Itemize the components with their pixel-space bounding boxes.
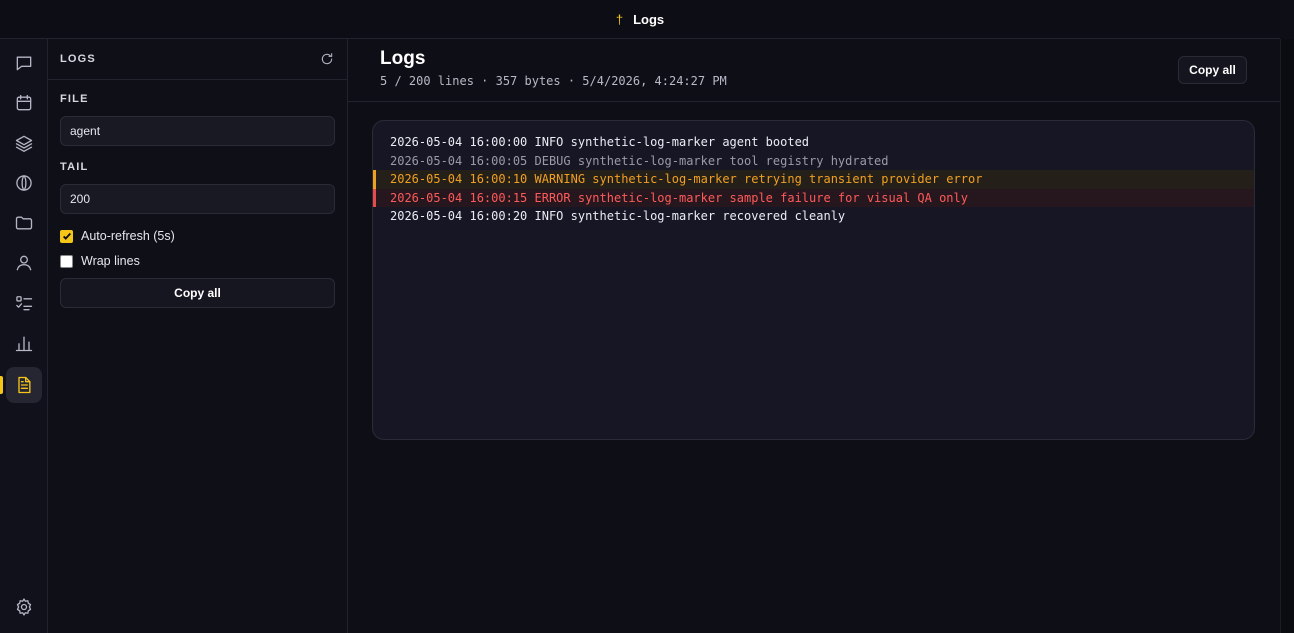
page-title: Logs [380, 48, 426, 69]
calendar-icon [16, 94, 32, 111]
refresh-button[interactable] [319, 51, 335, 67]
icon-rail [0, 39, 48, 633]
folder-icon [15, 216, 33, 230]
rail-item-folder[interactable] [6, 205, 42, 241]
log-line: 2026-05-04 16:00:10 WARNING synthetic-lo… [373, 170, 1254, 189]
wrap-lines-checkbox[interactable] [60, 254, 73, 268]
logs-main: Logs 5 / 200 lines · 357 bytes · 5/4/202… [348, 39, 1280, 633]
rail-item-globe[interactable] [6, 165, 42, 201]
app-logo-glyph: † [615, 11, 624, 27]
window-scrollbar[interactable] [1280, 39, 1294, 633]
layers-icon [15, 135, 33, 152]
logs-side-panel: LOGS FILE TAIL Auto-refresh (5s) Wrap li… [48, 39, 348, 633]
file-input[interactable] [60, 116, 335, 146]
log-line: 2026-05-04 16:00:15 ERROR synthetic-log-… [373, 188, 1254, 207]
rail-item-chat[interactable] [6, 45, 42, 81]
rail-item-calendar[interactable] [6, 85, 42, 121]
window-title: Logs [633, 11, 665, 27]
document-icon [18, 376, 31, 394]
log-meta: 5 / 200 lines · 357 bytes · 5/4/2026, 4:… [380, 74, 727, 88]
wrap-lines-label: Wrap lines [81, 254, 140, 268]
title-bar: † Logs [0, 0, 1280, 39]
rail-item-analytics[interactable] [6, 325, 42, 361]
chat-icon [16, 56, 32, 71]
refresh-icon [321, 53, 333, 65]
bar-chart-icon [15, 336, 33, 352]
user-icon [16, 255, 32, 271]
auto-refresh-toggle[interactable]: Auto-refresh (5s) [60, 229, 175, 243]
checklist-icon [16, 296, 33, 311]
file-label: FILE [60, 93, 89, 105]
auto-refresh-label: Auto-refresh (5s) [81, 229, 175, 243]
panel-header: LOGS [48, 39, 347, 80]
rail-item-layers[interactable] [6, 125, 42, 161]
tail-input[interactable] [60, 184, 335, 214]
rail-item-user[interactable] [6, 245, 42, 281]
tail-label: TAIL [60, 161, 89, 173]
rail-item-settings[interactable] [6, 589, 42, 625]
log-line: 2026-05-04 16:00:20 INFO synthetic-log-m… [390, 209, 846, 223]
active-indicator [0, 376, 3, 394]
copy-all-button[interactable]: Copy all [1178, 56, 1247, 84]
rail-item-tasks[interactable] [6, 285, 42, 321]
settings-icon [16, 598, 32, 616]
log-line: 2026-05-04 16:00:05 DEBUG synthetic-log-… [390, 153, 889, 168]
log-viewer[interactable]: 2026-05-04 16:00:00 INFO synthetic-log-m… [372, 120, 1255, 440]
rail-item-logs[interactable] [6, 367, 42, 403]
log-line: 2026-05-04 16:00:00 INFO synthetic-log-m… [390, 135, 810, 149]
main-header: Logs 5 / 200 lines · 357 bytes · 5/4/202… [348, 39, 1280, 102]
globe-icon [16, 175, 32, 191]
panel-copy-all-button[interactable]: Copy all [60, 278, 335, 308]
checkmark-icon [62, 232, 71, 240]
panel-heading: LOGS [60, 53, 96, 65]
wrap-lines-toggle[interactable]: Wrap lines [60, 254, 140, 268]
auto-refresh-checkbox[interactable] [60, 229, 73, 243]
